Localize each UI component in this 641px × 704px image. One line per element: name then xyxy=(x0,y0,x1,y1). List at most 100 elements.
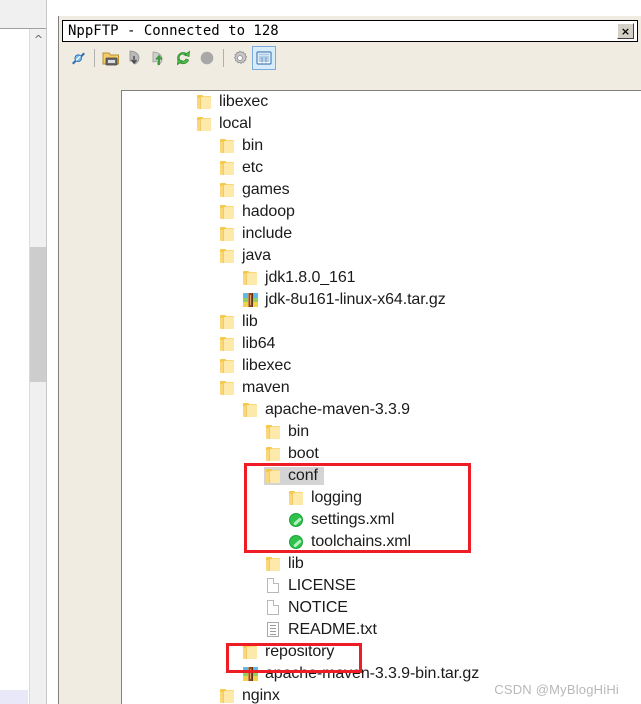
background-editor: ^ xyxy=(0,0,58,704)
folder-icon xyxy=(264,445,282,463)
chevron-up-icon: ^ xyxy=(33,32,44,46)
tree-row-label: jdk1.8.0_161 xyxy=(265,269,356,286)
folder-icon xyxy=(218,225,236,243)
folder-icon xyxy=(218,203,236,221)
folder-icon xyxy=(195,115,213,133)
tree-row[interactable]: java xyxy=(122,245,641,267)
tree-row[interactable]: libexec xyxy=(122,91,641,113)
xml-file-icon xyxy=(287,511,305,529)
tree-row[interactable]: conf xyxy=(122,465,641,487)
tree-row[interactable]: games xyxy=(122,179,641,201)
close-icon: × xyxy=(620,24,631,38)
document-icon xyxy=(264,577,282,595)
tree-row[interactable]: lib xyxy=(122,311,641,333)
document-icon xyxy=(264,599,282,617)
panel-title-bar: NppFTP - Connected to 128 × xyxy=(62,20,638,42)
folder-icon xyxy=(218,247,236,265)
tree-row-label: maven xyxy=(242,379,290,396)
tree-row[interactable]: settings.xml xyxy=(122,509,641,531)
folder-icon xyxy=(241,269,259,287)
refresh-button[interactable] xyxy=(171,46,195,70)
connect-icon xyxy=(72,52,85,65)
tree-row-label: libexec xyxy=(219,93,269,110)
tree-row[interactable]: libexec xyxy=(122,355,641,377)
tree-row-label: games xyxy=(242,181,290,198)
tree-row-label: README.txt xyxy=(288,621,377,638)
tree-row-label: LICENSE xyxy=(288,577,356,594)
messages-button[interactable] xyxy=(252,46,276,70)
folder-icon xyxy=(218,379,236,397)
folder-icon xyxy=(218,357,236,375)
tree-row-label: conf xyxy=(288,467,318,484)
editor-scroll-thumb[interactable] xyxy=(30,247,47,382)
tree-row[interactable]: lib64 xyxy=(122,333,641,355)
tree-row[interactable]: bin xyxy=(122,421,641,443)
editor-vertical-scrollbar[interactable]: ^ xyxy=(29,29,47,704)
tree-row[interactable]: README.txt xyxy=(122,619,641,641)
folder-icon xyxy=(264,555,282,573)
panel-title: NppFTP - Connected to 128 xyxy=(68,23,279,39)
tree-row[interactable]: bin xyxy=(122,135,641,157)
connect-button[interactable] xyxy=(66,46,90,70)
folder-icon xyxy=(218,687,236,704)
upload-button[interactable] xyxy=(147,46,171,70)
tree-row[interactable]: repository xyxy=(122,641,641,663)
toolbar-separator-2 xyxy=(223,49,224,67)
tree-row-label: bin xyxy=(288,423,310,440)
archive-file-icon xyxy=(241,291,259,309)
tree-row[interactable]: toolchains.xml xyxy=(122,531,641,553)
ftp-toolbar xyxy=(62,45,638,71)
tree-row-label: hadoop xyxy=(242,203,295,220)
archive-file-icon xyxy=(241,665,259,683)
settings-button[interactable] xyxy=(228,46,252,70)
screen-root: ^ NppFTP - Connected to 128 × libexec lo… xyxy=(0,0,641,704)
tree-row-label: toolchains.xml xyxy=(311,533,411,550)
download-button[interactable] xyxy=(123,46,147,70)
tree-row[interactable]: NOTICE xyxy=(122,597,641,619)
tree-row[interactable]: etc xyxy=(122,157,641,179)
folder-icon xyxy=(241,643,259,661)
editor-text-area[interactable] xyxy=(0,29,30,704)
upload-icon xyxy=(152,51,163,66)
tree-row-label: lib xyxy=(242,313,258,330)
tree-row-label: include xyxy=(242,225,293,242)
tree-row-label: libexec xyxy=(242,357,292,374)
folder-icon xyxy=(241,401,259,419)
download-icon xyxy=(129,50,140,65)
text-document-icon xyxy=(264,621,282,639)
tree-row-label: NOTICE xyxy=(288,599,348,616)
open-folder-button[interactable] xyxy=(99,46,123,70)
folder-icon xyxy=(218,137,236,155)
tree-row[interactable]: include xyxy=(122,223,641,245)
close-button[interactable]: × xyxy=(617,23,634,39)
tree-row-label: etc xyxy=(242,159,264,176)
folder-icon xyxy=(195,93,213,111)
tree-row-label: jdk-8u161-linux-x64.tar.gz xyxy=(265,291,446,308)
folder-icon xyxy=(287,489,305,507)
refresh-icon xyxy=(177,50,190,66)
tree-row[interactable]: boot xyxy=(122,443,641,465)
tree-row[interactable]: LICENSE xyxy=(122,575,641,597)
remote-file-tree[interactable]: libexec local bin etc games hadoop include java… xyxy=(122,91,641,704)
toolbar-separator xyxy=(94,49,95,67)
open-folder-icon xyxy=(102,52,119,66)
tree-row[interactable]: jdk1.8.0_161 xyxy=(122,267,641,289)
tree-row[interactable]: nginx xyxy=(122,685,641,704)
editor-scroll-up-button[interactable]: ^ xyxy=(30,29,47,49)
tree-row[interactable]: apache-maven-3.3.9-bin.tar.gz xyxy=(122,663,641,685)
tree-row[interactable]: lib xyxy=(122,553,641,575)
tree-row[interactable]: jdk-8u161-linux-x64.tar.gz xyxy=(122,289,641,311)
gear-icon xyxy=(233,50,248,64)
abort-button[interactable] xyxy=(195,46,219,70)
tree-row[interactable]: logging xyxy=(122,487,641,509)
abort-icon xyxy=(200,51,214,65)
tree-row-label: settings.xml xyxy=(311,511,395,528)
editor-selection-strip xyxy=(0,690,28,704)
tree-row-label: nginx xyxy=(242,687,280,704)
tree-row-label: boot xyxy=(288,445,319,462)
tree-row[interactable]: local xyxy=(122,113,641,135)
tree-row[interactable]: hadoop xyxy=(122,201,641,223)
tree-row[interactable]: maven xyxy=(122,377,641,399)
tree-row[interactable]: apache-maven-3.3.9 xyxy=(122,399,641,421)
nppftp-panel: NppFTP - Connected to 128 × libexec loca… xyxy=(58,16,641,704)
